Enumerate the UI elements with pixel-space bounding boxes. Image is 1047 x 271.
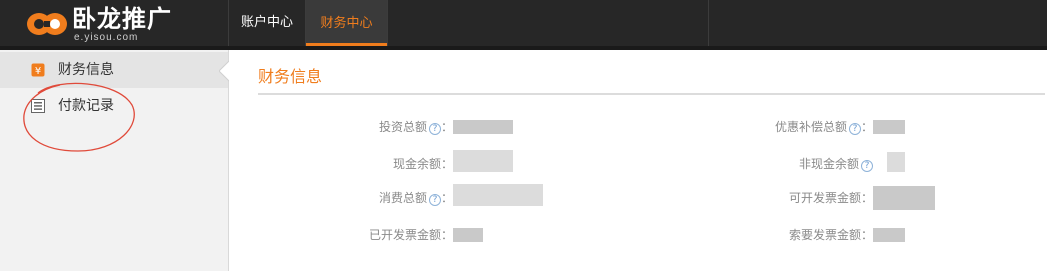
field-colon: ：: [860, 191, 873, 205]
masked-value: [453, 120, 513, 134]
annotation-circle: [23, 82, 135, 152]
logo-mark-icon: [27, 13, 67, 35]
field-invoiceable-amount: 可开发票金额：: [789, 190, 873, 206]
tab-finance-center[interactable]: 财务中心: [306, 0, 387, 46]
finance-info-icon: ¥: [31, 63, 45, 77]
logo-domain: e.yisou.com: [74, 32, 139, 43]
masked-value: [873, 120, 905, 134]
field-label: 现金余额: [392, 157, 441, 171]
masked-value: [453, 184, 543, 206]
nav-divider: [387, 0, 388, 46]
field-cash-balance: 现金余额：: [393, 156, 453, 172]
svg-text:¥: ¥: [35, 66, 41, 77]
field-label: 索要发票金额: [788, 228, 861, 242]
field-spend-total: 消费总额?：: [379, 190, 453, 206]
field-discount-compensation: 优惠补偿总额?：: [775, 119, 873, 135]
page-title: 财务信息: [258, 67, 323, 86]
help-icon[interactable]: ?: [861, 160, 873, 172]
field-colon: ：: [860, 228, 873, 242]
field-colon: ：: [440, 157, 453, 171]
title-divider: [258, 93, 1045, 95]
nav-divider: [708, 0, 709, 46]
field-label: 非现金余额: [798, 157, 859, 171]
main-content: 财务信息 投资总额?： 现金余额： 消费总额?： 已开发票金额： 优惠补偿总额?…: [229, 50, 1047, 271]
field-label: 可开发票金额: [788, 191, 861, 205]
field-request-invoice-amount: 索要发票金额：: [789, 227, 873, 243]
field-noncash-balance: 非现金余额?: [799, 156, 873, 172]
field-colon: ：: [860, 120, 873, 134]
field-invoiced-amount: 已开发票金额：: [369, 227, 453, 243]
masked-value: [873, 228, 905, 242]
field-label: 消费总额: [378, 191, 427, 205]
masked-value: [453, 228, 483, 242]
logo-text: 卧龙推广: [72, 5, 172, 33]
field-label: 投资总额: [378, 120, 427, 134]
field-label: 优惠补偿总额: [774, 120, 847, 134]
field-colon: ：: [440, 120, 453, 134]
masked-value: [453, 150, 513, 172]
logo[interactable]: 卧龙推广 e.yisou.com: [26, 5, 226, 43]
tab-account-center[interactable]: 账户中心: [229, 0, 305, 46]
help-icon[interactable]: ?: [848, 123, 861, 135]
masked-value: [873, 186, 935, 210]
field-invest-total: 投资总额?：: [379, 119, 453, 135]
field-label: 已开发票金额: [368, 228, 441, 242]
help-icon[interactable]: ?: [428, 123, 441, 135]
top-bar: 卧龙推广 e.yisou.com 账户中心 财务中心: [0, 0, 1047, 46]
field-colon: ：: [440, 191, 453, 205]
masked-value: [887, 152, 905, 172]
help-icon[interactable]: ?: [428, 194, 441, 206]
field-colon: ：: [440, 228, 453, 242]
